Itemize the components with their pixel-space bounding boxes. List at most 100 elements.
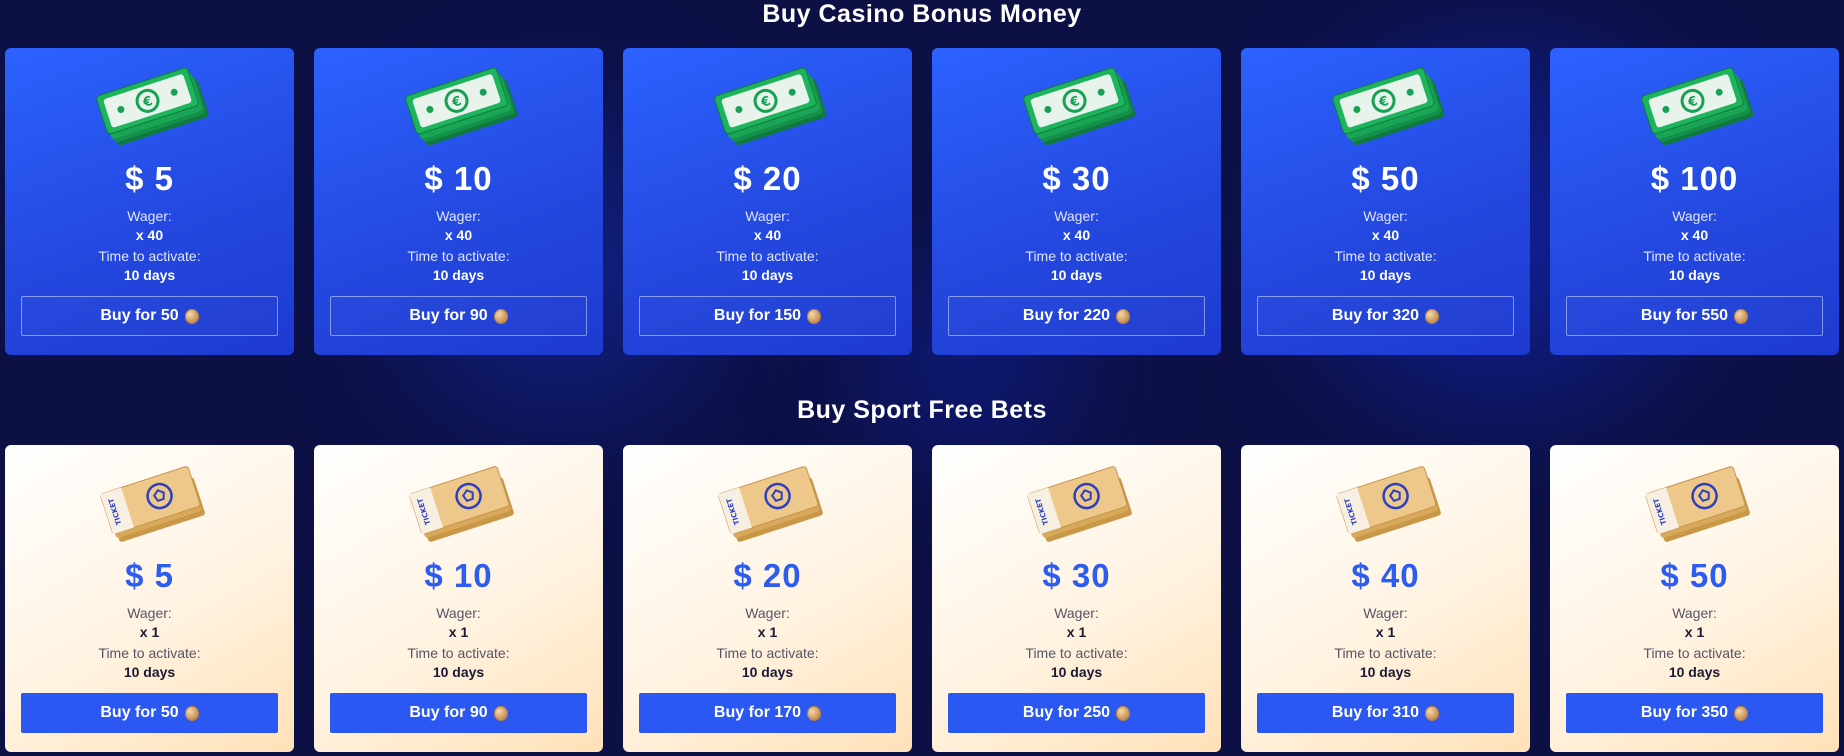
buy-button[interactable]: Buy for 170: [639, 693, 896, 733]
casino-offer-card: € $ 20 Wager: x 40 Time to activate: 10 …: [623, 48, 912, 355]
wager-label: Wager:: [1363, 605, 1408, 621]
coin-icon: [493, 705, 508, 721]
time-to-activate-value: 10 days: [1359, 664, 1412, 680]
coin-icon: [1734, 705, 1749, 721]
coin-icon: [493, 308, 508, 324]
sport-offer-card: TICKET $ 20 Wager: x 1 Time to activate:…: [623, 445, 912, 752]
buy-button[interactable]: Buy for 150: [639, 296, 896, 336]
ticket-stack-icon: TICKET: [398, 457, 522, 547]
offer-amount: $ 20: [733, 557, 802, 594]
buy-button-label: Buy for 170: [713, 704, 802, 721]
time-to-activate-label: Time to activate:: [98, 645, 201, 661]
buy-button-label: Buy for 320: [1331, 307, 1420, 324]
wager-value: x 1: [1066, 624, 1087, 640]
ticket-stack-icon: TICKET: [1016, 457, 1140, 547]
buy-button[interactable]: Buy for 50: [21, 296, 278, 336]
euro-cash-stack-icon: €: [398, 60, 522, 150]
offer-amount: $ 5: [125, 160, 174, 197]
wager-value: x 1: [1375, 624, 1396, 640]
time-to-activate-value: 10 days: [123, 664, 176, 680]
time-to-activate-value: 10 days: [1359, 267, 1412, 283]
offer-amount: $ 50: [1660, 557, 1729, 594]
offer-amount: $ 100: [1650, 160, 1739, 197]
buy-button-label: Buy for 350: [1640, 704, 1729, 721]
wager-value: x 1: [139, 624, 160, 640]
buy-button-label: Buy for 220: [1022, 307, 1111, 324]
buy-button[interactable]: Buy for 350: [1566, 693, 1823, 733]
time-to-activate-label: Time to activate:: [1025, 645, 1128, 661]
wager-label: Wager:: [745, 605, 790, 621]
time-to-activate-label: Time to activate:: [407, 248, 510, 264]
time-to-activate-value: 10 days: [1668, 267, 1721, 283]
sport-cards-row: TICKET $ 5 Wager: x 1 Time to activate: …: [5, 445, 1839, 752]
buy-button[interactable]: Buy for 90: [330, 693, 587, 733]
offer-amount: $ 10: [424, 160, 493, 197]
sport-offer-card: TICKET $ 40 Wager: x 1 Time to activate:…: [1241, 445, 1530, 752]
casino-offer-card: € $ 100 Wager: x 40 Time to activate: 10…: [1550, 48, 1839, 355]
buy-button[interactable]: Buy for 550: [1566, 296, 1823, 336]
buy-button-label: Buy for 50: [100, 704, 179, 721]
time-to-activate-label: Time to activate:: [1334, 248, 1437, 264]
wager-value: x 1: [1684, 624, 1705, 640]
sport-offer-card: TICKET $ 5 Wager: x 1 Time to activate: …: [5, 445, 294, 752]
wager-label: Wager:: [745, 208, 790, 224]
time-to-activate-label: Time to activate:: [1643, 645, 1746, 661]
euro-cash-stack-icon: €: [1016, 60, 1140, 150]
casino-cards-row: € $ 5 Wager: x 40 Time to activate: 10 d…: [5, 48, 1839, 355]
time-to-activate-value: 10 days: [1050, 664, 1103, 680]
euro-cash-stack-icon: €: [89, 60, 213, 150]
time-to-activate-value: 10 days: [432, 664, 485, 680]
buy-button-label: Buy for 550: [1640, 307, 1729, 324]
wager-value: x 40: [1680, 227, 1709, 243]
buy-button[interactable]: Buy for 50: [21, 693, 278, 733]
wager-label: Wager:: [1672, 208, 1717, 224]
wager-value: x 40: [753, 227, 782, 243]
time-to-activate-value: 10 days: [432, 267, 485, 283]
ticket-stack-icon: TICKET: [707, 457, 831, 547]
buy-button-label: Buy for 90: [409, 704, 488, 721]
euro-cash-stack-icon: €: [707, 60, 831, 150]
time-to-activate-label: Time to activate:: [716, 248, 819, 264]
buy-button[interactable]: Buy for 310: [1257, 693, 1514, 733]
ticket-stack-icon: TICKET: [1325, 457, 1449, 547]
time-to-activate-label: Time to activate:: [407, 645, 510, 661]
time-to-activate-label: Time to activate:: [716, 645, 819, 661]
buy-button[interactable]: Buy for 220: [948, 296, 1205, 336]
coin-icon: [184, 705, 199, 721]
sport-offer-card: TICKET $ 30 Wager: x 1 Time to activate:…: [932, 445, 1221, 752]
buy-button-label: Buy for 250: [1022, 704, 1111, 721]
wager-label: Wager:: [127, 605, 172, 621]
wager-label: Wager:: [1054, 208, 1099, 224]
wager-label: Wager:: [1672, 605, 1717, 621]
wager-value: x 1: [448, 624, 469, 640]
coin-icon: [807, 308, 822, 324]
wager-label: Wager:: [127, 208, 172, 224]
wager-value: x 40: [135, 227, 164, 243]
casino-offer-card: € $ 10 Wager: x 40 Time to activate: 10 …: [314, 48, 603, 355]
wager-label: Wager:: [1363, 208, 1408, 224]
buy-button-label: Buy for 310: [1331, 704, 1420, 721]
time-to-activate-value: 10 days: [741, 267, 794, 283]
casino-offer-card: € $ 5 Wager: x 40 Time to activate: 10 d…: [5, 48, 294, 355]
time-to-activate-value: 10 days: [123, 267, 176, 283]
time-to-activate-value: 10 days: [1050, 267, 1103, 283]
offer-amount: $ 30: [1042, 160, 1111, 197]
buy-button-label: Buy for 50: [100, 307, 179, 324]
offer-amount: $ 10: [424, 557, 493, 594]
coin-icon: [1116, 308, 1131, 324]
offer-amount: $ 50: [1351, 160, 1420, 197]
wager-value: x 40: [1371, 227, 1400, 243]
offer-amount: $ 40: [1351, 557, 1420, 594]
coin-icon: [184, 308, 199, 324]
ticket-stack-icon: TICKET: [1634, 457, 1758, 547]
sport-offer-card: TICKET $ 10 Wager: x 1 Time to activate:…: [314, 445, 603, 752]
casino-section-title: Buy Casino Bonus Money: [762, 0, 1082, 28]
buy-button[interactable]: Buy for 320: [1257, 296, 1514, 336]
time-to-activate-label: Time to activate:: [1025, 248, 1128, 264]
buy-button[interactable]: Buy for 250: [948, 693, 1205, 733]
casino-offer-card: € $ 50 Wager: x 40 Time to activate: 10 …: [1241, 48, 1530, 355]
sport-section-title: Buy Sport Free Bets: [797, 396, 1047, 424]
wager-value: x 40: [444, 227, 473, 243]
buy-button[interactable]: Buy for 90: [330, 296, 587, 336]
wager-value: x 40: [1062, 227, 1091, 243]
